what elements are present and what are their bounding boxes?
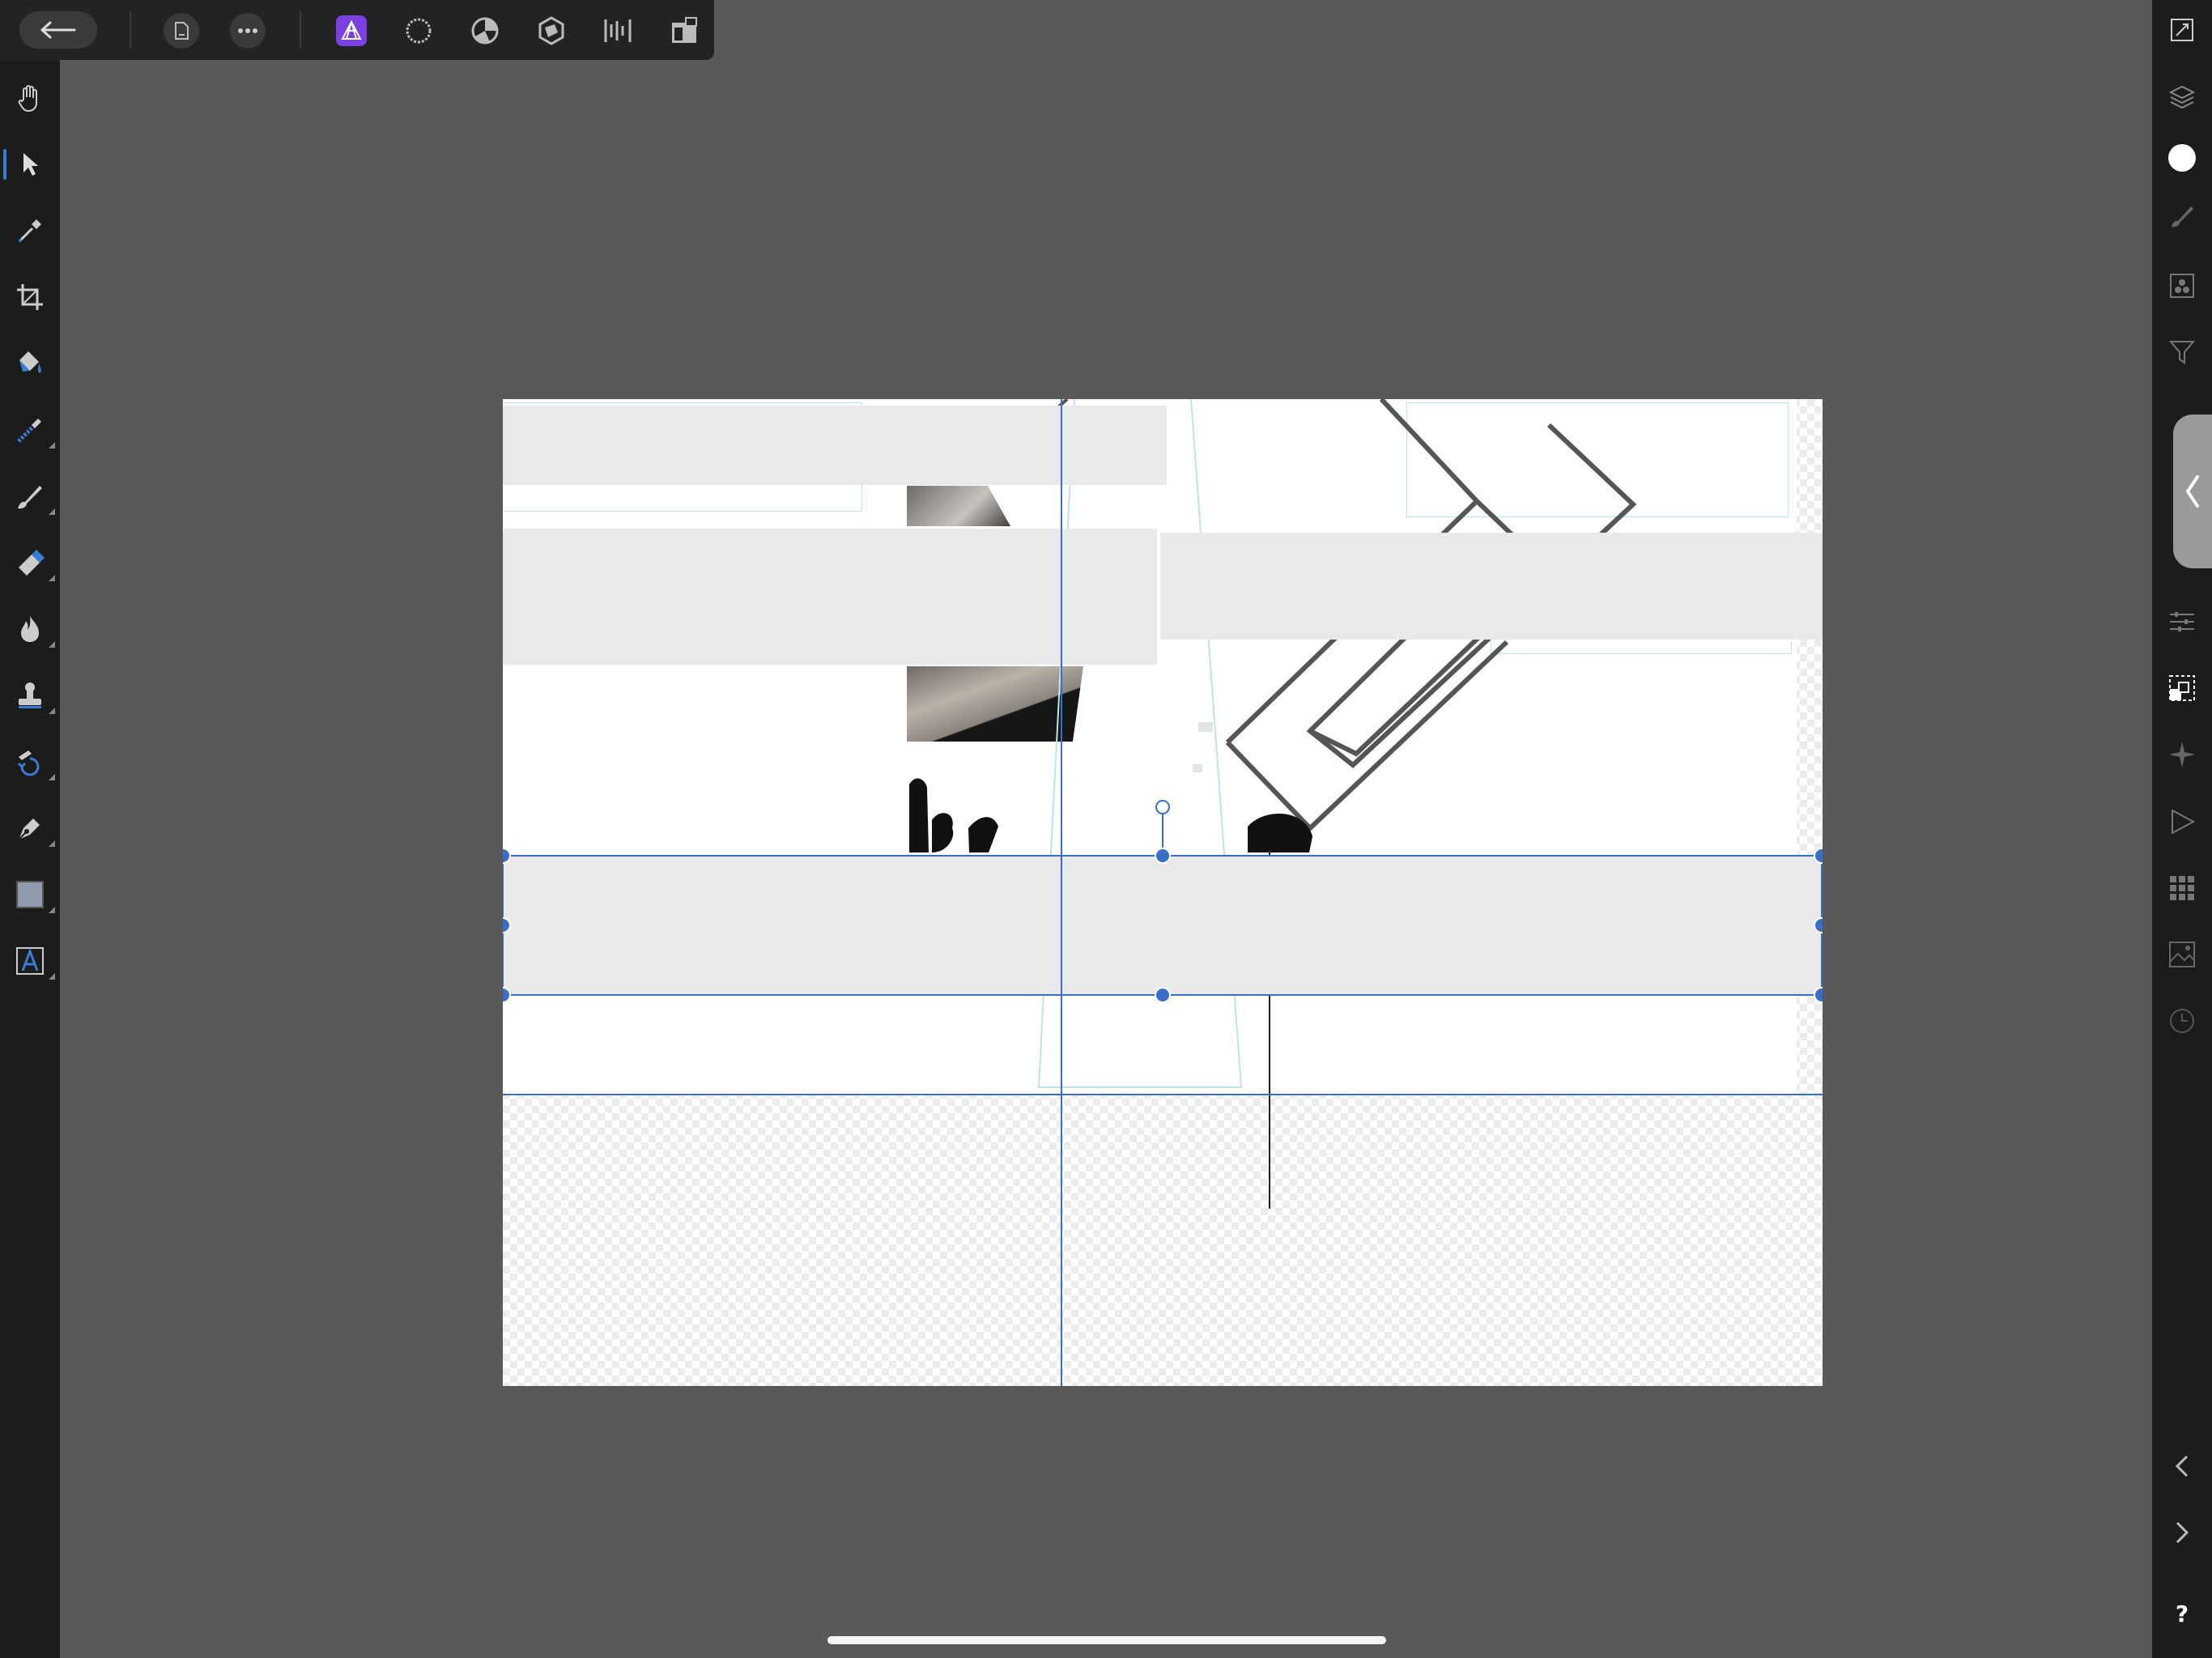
erase-brush-tool-icon — [19, 550, 45, 576]
document-icon — [175, 22, 189, 40]
pen-tool[interactable] — [0, 798, 60, 858]
help-label: ? — [2175, 1600, 2189, 1627]
home-indicator[interactable] — [827, 1636, 1386, 1644]
move-tool[interactable] — [0, 134, 60, 194]
top-toolbar — [0, 0, 714, 60]
undo-button[interactable] — [2152, 1438, 2212, 1494]
brushes-icon — [2172, 206, 2193, 227]
layout-persona-icon — [672, 17, 697, 43]
crop-tool[interactable] — [0, 267, 60, 327]
export-persona-icon — [604, 19, 632, 42]
selection-brush-tool-icon — [17, 419, 41, 443]
transform-button[interactable] — [2152, 660, 2212, 716]
text-tool-icon — [16, 947, 44, 975]
document-canvas[interactable] — [503, 399, 1823, 1386]
more-button[interactable] — [230, 13, 266, 49]
layout-persona-button[interactable] — [665, 11, 704, 50]
photo-persona-icon — [341, 19, 362, 40]
paint-brush-tool[interactable] — [0, 466, 60, 526]
rectangle-tool[interactable] — [0, 865, 60, 925]
filters-icon — [2168, 341, 2196, 364]
flood-fill-tool-icon — [19, 351, 41, 373]
toolbar-divider — [130, 11, 131, 49]
navigator-icon — [2169, 742, 2195, 767]
move-tool-icon — [23, 153, 38, 176]
navigator-button[interactable] — [2152, 726, 2212, 783]
clone-stamp-tool[interactable] — [0, 665, 60, 725]
macro-button[interactable] — [2152, 793, 2212, 850]
channels-button[interactable] — [2152, 257, 2212, 314]
transform-icon — [2169, 675, 2195, 701]
history-button[interactable] — [2152, 993, 2212, 1049]
flood-fill-tool[interactable] — [0, 334, 60, 393]
stock-icon — [2169, 942, 2195, 967]
stock-button[interactable] — [2152, 926, 2212, 983]
history-icon — [2170, 1009, 2194, 1033]
pen-tool-icon — [18, 818, 40, 840]
liquify-persona-icon — [406, 18, 432, 44]
color-picker-tool-icon — [19, 219, 41, 242]
layers-icon — [2168, 85, 2196, 109]
develop-persona-icon — [471, 17, 499, 45]
inpainting-tool[interactable] — [0, 732, 60, 792]
inpainting-tool-icon — [17, 750, 40, 776]
photo-persona-button[interactable] — [336, 15, 367, 46]
color-picker-tool[interactable] — [0, 201, 60, 261]
macro-icon — [2172, 809, 2196, 835]
dodge-tool[interactable] — [0, 599, 60, 659]
back-arrow-icon — [40, 21, 76, 39]
library-icon — [2170, 876, 2194, 900]
more-icon — [238, 28, 257, 33]
develop-persona-button[interactable] — [466, 11, 504, 50]
crop-tool-icon — [17, 284, 43, 310]
adjustments-button[interactable] — [2152, 593, 2212, 650]
filters-button[interactable] — [2152, 324, 2212, 380]
dodge-tool-icon — [21, 616, 39, 642]
selection-overlay — [503, 399, 1823, 1386]
back-button[interactable] — [19, 11, 97, 49]
clone-stamp-tool-icon — [19, 682, 41, 708]
paint-brush-tool-icon — [18, 486, 42, 509]
text-tool[interactable] — [0, 931, 60, 991]
tone-mapping-persona-button[interactable] — [532, 11, 571, 50]
tone-mapping-persona-icon — [538, 16, 564, 45]
channels-icon — [2170, 274, 2194, 298]
adjustments-icon — [2170, 612, 2194, 631]
color-icon — [2168, 144, 2196, 172]
help-button[interactable]: ? — [2152, 1585, 2212, 1642]
erase-brush-tool[interactable] — [0, 533, 60, 593]
undo-chevron-icon — [2175, 1455, 2189, 1477]
chevron-left-icon — [2185, 475, 2199, 508]
color-button[interactable] — [2152, 130, 2212, 186]
rectangle-tool-icon — [16, 881, 44, 908]
redo-button[interactable] — [2152, 1504, 2212, 1561]
canvas-size-button[interactable] — [2152, 2, 2212, 58]
canvas-size-icon — [2171, 19, 2193, 41]
brushes-button[interactable] — [2152, 188, 2212, 244]
hand-tool[interactable] — [0, 68, 60, 128]
studio-pullout-tab[interactable] — [2173, 414, 2212, 568]
export-persona-button[interactable] — [598, 11, 637, 50]
layers-button[interactable] — [2152, 69, 2212, 125]
hand-tool-icon — [18, 85, 37, 113]
redo-chevron-icon — [2176, 1521, 2189, 1544]
document-button[interactable] — [164, 13, 199, 49]
liquify-persona-button[interactable] — [399, 11, 438, 50]
library-button[interactable] — [2152, 860, 2212, 916]
selection-brush-tool[interactable] — [0, 400, 60, 460]
toolbar-divider — [300, 11, 301, 49]
